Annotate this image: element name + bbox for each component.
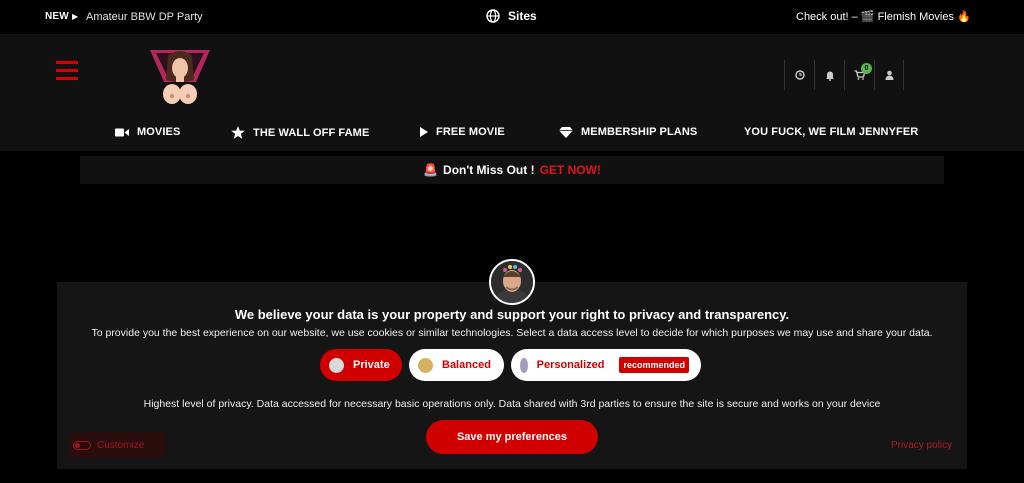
save-preferences-button[interactable]: Save my preferences [426, 420, 598, 454]
level-balanced-option[interactable]: Balanced [409, 349, 504, 381]
privacy-policy-link[interactable]: Privacy policy [891, 440, 952, 451]
level-personalized-option[interactable]: Personalized recommended [511, 349, 701, 381]
level-label: Private [353, 359, 390, 371]
consent-avatar [489, 259, 535, 305]
play-arrow-icon: ▶ [71, 12, 79, 21]
checkout-link[interactable]: Check out! – 🎬 Flemish Movies 🔥 [796, 10, 971, 23]
level-label: Personalized [536, 359, 605, 371]
promo-banner: 🚨 Don't Miss Out ! GET NOW! [80, 156, 944, 184]
account-button[interactable] [874, 60, 904, 90]
get-now-link[interactable]: GET NOW! [540, 163, 601, 177]
radio-dot-icon [520, 357, 528, 373]
star-icon [231, 126, 245, 139]
nav-label: YOU FUCK, WE FILM JENNYFER [744, 126, 919, 138]
nav-item-membership-plans[interactable]: MEMBERSHIP PLANS [559, 126, 697, 138]
top-bar: NEW ▶ Amateur BBW DP Party Sites Check ou… [0, 0, 1024, 34]
radio-dot-icon [329, 357, 344, 373]
site-header: 0 MOVIES THE WALL OFF FAME FREE MOVIE ME… [0, 34, 1024, 151]
nav-item-movies[interactable]: MOVIES [115, 126, 180, 138]
level-private-option[interactable]: Private [320, 349, 402, 381]
nav-item-wall-of-fame[interactable]: THE WALL OFF FAME [231, 126, 369, 139]
consent-description: To provide you the best experience on ou… [91, 327, 933, 339]
video-icon [115, 128, 129, 136]
level-label: Balanced [442, 359, 491, 371]
radio-dot-icon [418, 357, 433, 373]
sites-label: Sites [508, 9, 537, 23]
user-icon [885, 70, 893, 80]
nav-label: FREE MOVIE [436, 126, 505, 138]
level-description: Highest level of privacy. Data accessed … [143, 398, 881, 410]
sites-button[interactable]: Sites [486, 9, 537, 23]
nav-label: THE WALL OFF FAME [253, 126, 370, 139]
bell-icon [825, 71, 834, 81]
main-nav: MOVIES THE WALL OFF FAME FREE MOVIE MEMB… [0, 122, 1024, 146]
customize-label: Customize [97, 439, 145, 451]
nav-item-free-movie[interactable]: FREE MOVIE [420, 126, 505, 138]
notifications-button[interactable] [814, 60, 844, 90]
nav-item-you-fuck-we-film[interactable]: YOU FUCK, WE FILM JENNYFER [744, 126, 918, 138]
toggle-icon [73, 440, 91, 450]
play-icon [420, 127, 428, 137]
data-access-levels: Private Balanced Personalized recommende… [320, 349, 701, 381]
new-label: NEW ▶ [45, 11, 79, 22]
siren-icon: 🚨 [423, 163, 439, 177]
recommended-badge: recommended [619, 357, 689, 373]
site-logo[interactable] [148, 46, 212, 110]
history-button[interactable] [784, 60, 814, 90]
consent-title: We believe your data is your property an… [234, 307, 790, 322]
cart-button[interactable]: 0 [844, 60, 874, 90]
clock-icon [794, 70, 805, 80]
promo-banner-text: Don't Miss Out ! [443, 163, 535, 177]
promo-link[interactable]: Amateur BBW DP Party [86, 11, 203, 23]
customize-toggle[interactable]: Customize [69, 432, 167, 458]
diamond-icon [559, 126, 573, 138]
nav-label: MOVIES [137, 126, 181, 138]
menu-icon[interactable] [56, 61, 78, 81]
globe-icon [486, 9, 500, 23]
cart-count-badge: 0 [861, 63, 872, 74]
consent-dialog: We believe your data is your property an… [57, 282, 967, 469]
user-icon-group: 0 [784, 60, 904, 90]
nav-label: MEMBERSHIP PLANS [581, 126, 698, 138]
